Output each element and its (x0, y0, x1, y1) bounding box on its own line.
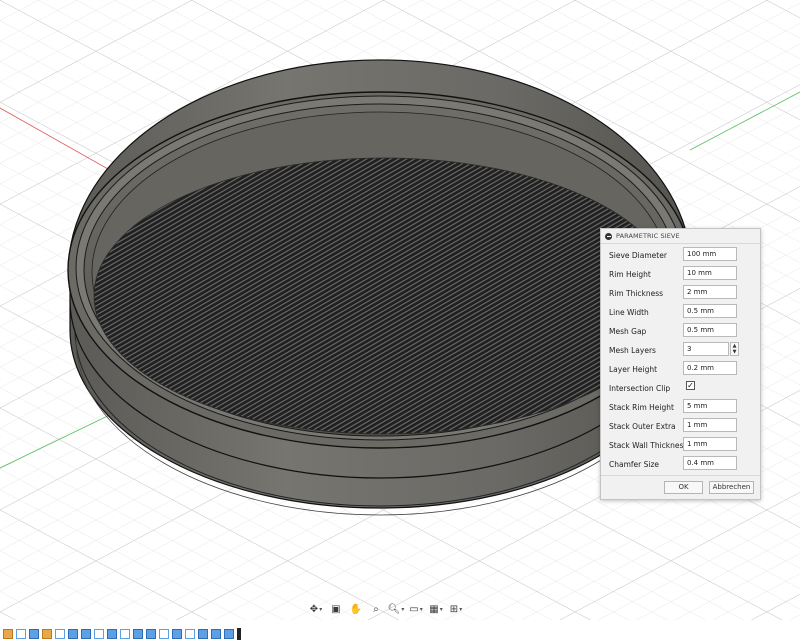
timeline-feature[interactable] (29, 629, 39, 639)
display-settings-icon[interactable]: ▭ ▾ (408, 602, 424, 616)
param-row-stack-rim-height: Stack Rim Height 5 mm (601, 398, 760, 417)
viewports-icon[interactable]: ⊞ ▾ (448, 602, 464, 616)
sieve-model[interactable] (67, 59, 693, 516)
rim-thickness-input[interactable]: 2 mm (683, 285, 737, 299)
line-width-input[interactable]: 0.5 mm (683, 304, 737, 318)
timeline-sketch[interactable] (159, 629, 169, 639)
intersection-clip-checkbox[interactable]: ✓ (686, 381, 695, 390)
timeline-feature[interactable] (146, 629, 156, 639)
param-label: Stack Rim Height (609, 403, 674, 412)
timeline-feature[interactable] (42, 629, 52, 639)
mesh-gap-input[interactable]: 0.5 mm (683, 323, 737, 337)
param-label: Mesh Gap (609, 327, 647, 336)
dialog-title: PARAMETRIC SIEVE (616, 232, 680, 240)
param-row-chamfer-size: Chamfer Size 0.4 mm (601, 455, 760, 474)
orbit-icon[interactable]: ✥ ▾ (308, 602, 324, 616)
timeline-sketch[interactable] (16, 629, 26, 639)
param-row-mesh-layers: Mesh Layers 3 ▲ ▼ (601, 341, 760, 360)
timeline-sketch[interactable] (55, 629, 65, 639)
timeline-sketch[interactable] (185, 629, 195, 639)
cancel-button[interactable]: Abbrechen (709, 481, 754, 494)
mesh-layers-stepper[interactable]: ▲ ▼ (730, 342, 739, 356)
timeline-feature[interactable] (107, 629, 117, 639)
grid-settings-icon[interactable]: ▦ ▾ (428, 602, 444, 616)
param-label: Rim Height (609, 270, 651, 279)
parametric-sieve-dialog[interactable]: PARAMETRIC SIEVE Sieve Diameter 100 mm R… (600, 228, 761, 500)
look-at-icon[interactable]: ▣ (328, 602, 344, 616)
timeline (0, 626, 241, 642)
param-row-rim-thickness: Rim Thickness 2 mm (601, 284, 760, 303)
timeline-feature[interactable] (211, 629, 221, 639)
param-row-line-width: Line Width 0.5 mm (601, 303, 760, 322)
stack-rim-height-input[interactable]: 5 mm (683, 399, 737, 413)
chamfer-size-input[interactable]: 0.4 mm (683, 456, 737, 470)
param-label: Intersection Clip (609, 384, 671, 393)
pan-icon[interactable]: ✋ (348, 602, 364, 616)
mesh-layers-input[interactable]: 3 (683, 342, 729, 356)
zoom-icon[interactable]: 🔍︎ ▾ (388, 602, 405, 616)
rim-height-input[interactable]: 10 mm (683, 266, 737, 280)
timeline-feature[interactable] (133, 629, 143, 639)
param-row-rim-height: Rim Height 10 mm (601, 265, 760, 284)
param-label: Chamfer Size (609, 460, 660, 469)
ok-button[interactable]: OK (664, 481, 703, 494)
timeline-feature[interactable] (198, 629, 208, 639)
layer-height-input[interactable]: 0.2 mm (683, 361, 737, 375)
timeline-feature[interactable] (172, 629, 182, 639)
collapse-icon[interactable] (605, 232, 612, 240)
timeline-feature[interactable] (81, 629, 91, 639)
timeline-feature[interactable] (68, 629, 78, 639)
param-label: Line Width (609, 308, 649, 317)
stack-outer-extra-input[interactable]: 1 mm (683, 418, 737, 432)
stack-wall-thickness-input[interactable]: 1 mm (683, 437, 737, 451)
dialog-footer: OK Abbrechen (601, 475, 760, 500)
param-row-mesh-gap: Mesh Gap 0.5 mm (601, 322, 760, 341)
timeline-feature[interactable] (224, 629, 234, 639)
timeline-sketch[interactable] (94, 629, 104, 639)
param-label: Stack Wall Thickness (609, 441, 688, 450)
param-row-layer-height: Layer Height 0.2 mm (601, 360, 760, 379)
sieve-diameter-input[interactable]: 100 mm (683, 247, 737, 261)
param-label: Sieve Diameter (609, 251, 667, 260)
dialog-header[interactable]: PARAMETRIC SIEVE (601, 229, 760, 244)
param-row-stack-outer-extra: Stack Outer Extra 1 mm (601, 417, 760, 436)
param-label: Mesh Layers (609, 346, 656, 355)
timeline-sketch[interactable] (120, 629, 130, 639)
param-label: Stack Outer Extra (609, 422, 676, 431)
param-row-stack-wall-thickness: Stack Wall Thickness 1 mm (601, 436, 760, 455)
param-row-sieve-diameter: Sieve Diameter 100 mm (601, 246, 760, 265)
param-row-intersection-clip: Intersection Clip ✓ (601, 379, 760, 398)
stepper-down-icon[interactable]: ▼ (731, 349, 738, 355)
param-label: Rim Thickness (609, 289, 664, 298)
timeline-marker[interactable] (237, 628, 241, 640)
timeline-feature[interactable] (3, 629, 13, 639)
zoom-window-icon[interactable]: ⌕ (368, 602, 384, 616)
param-label: Layer Height (609, 365, 658, 374)
navigation-toolbar: ✥ ▾ ▣ ✋ ⌕ 🔍︎ ▾ ▭ ▾ ▦ ▾ ⊞ ▾ (308, 601, 464, 617)
sieve-mesh (93, 157, 675, 435)
